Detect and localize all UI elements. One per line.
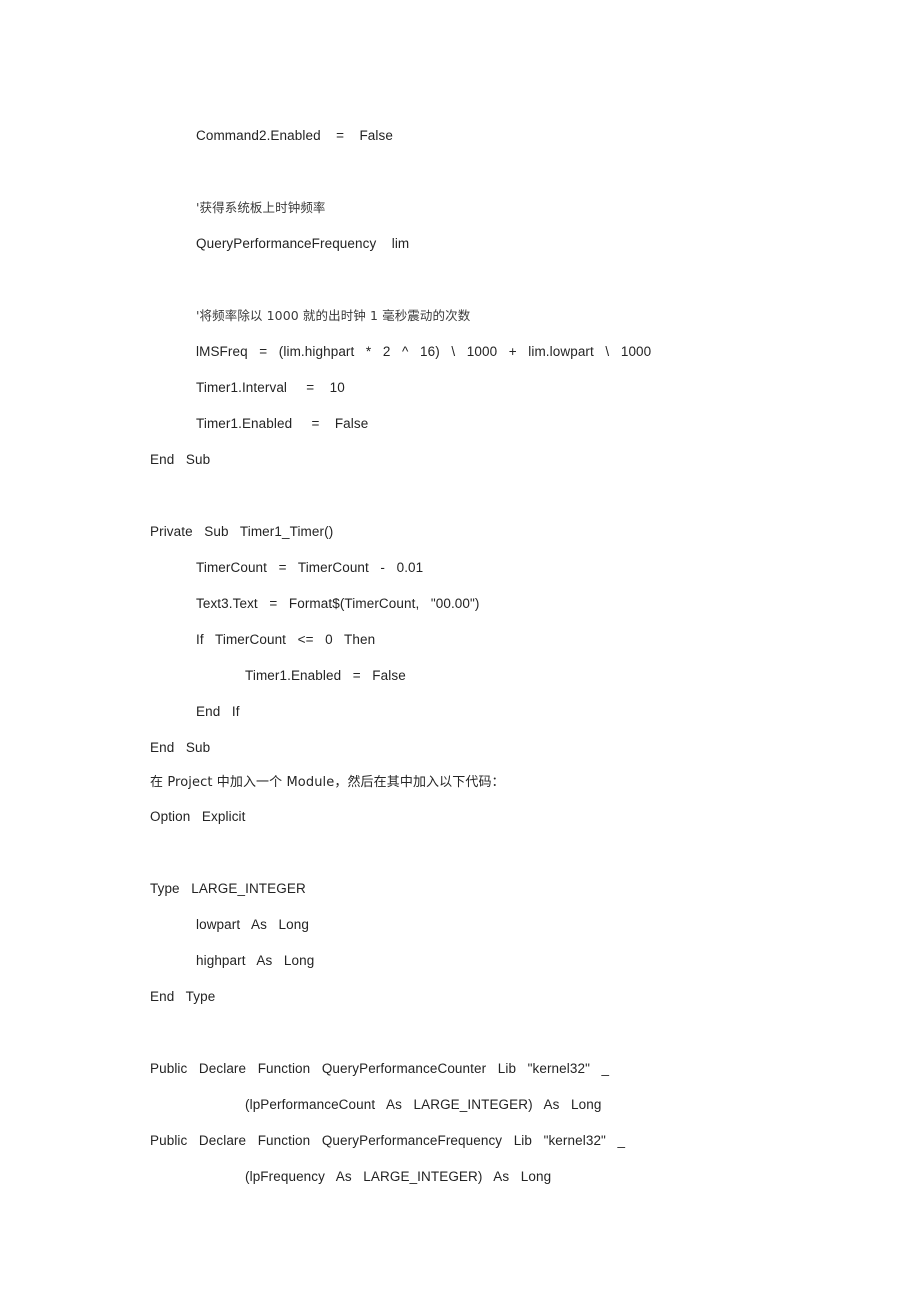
code-line: (lpFrequency As LARGE_INTEGER) As Long xyxy=(245,1169,552,1184)
code-line: TimerCount = TimerCount - 0.01 xyxy=(196,560,424,575)
code-line: Public Declare Function QueryPerformance… xyxy=(150,1061,610,1076)
code-line: End Sub xyxy=(150,740,211,755)
code-line: Type LARGE_INTEGER xyxy=(150,881,306,896)
code-line: Timer1.Enabled = False xyxy=(245,668,406,683)
document-page: Command2.Enabled = False '获得系统板上时钟频率 Query… xyxy=(0,0,920,1302)
code-line: End If xyxy=(196,704,240,719)
code-line: If TimerCount <= 0 Then xyxy=(196,632,376,647)
code-line: '将频率除以 1000 就的出时钟 1 毫秒震动的次数 xyxy=(196,308,471,323)
code-line: Timer1.Enabled = False xyxy=(196,416,369,431)
code-line: End Sub xyxy=(150,452,211,467)
code-line: '获得系统板上时钟频率 xyxy=(196,200,326,215)
code-line: QueryPerformanceFrequency lim xyxy=(196,236,410,251)
code-line: (lpPerformanceCount As LARGE_INTEGER) As… xyxy=(245,1097,602,1112)
code-listing: Command2.Enabled = False '获得系统板上时钟频率 Query… xyxy=(0,118,920,1195)
code-line: Public Declare Function QueryPerformance… xyxy=(150,1133,626,1148)
code-line: lMSFreq = (lim.highpart * 2 ^ 16) \ 1000… xyxy=(196,344,652,359)
code-line: Option Explicit xyxy=(150,809,246,824)
code-line: highpart As Long xyxy=(196,953,315,968)
code-line: Timer1.Interval = 10 xyxy=(196,380,345,395)
code-line: Private Sub Timer1_Timer() xyxy=(150,524,334,539)
code-line: 在 Project 中加入一个 Module，然后在其中加入以下代码： xyxy=(150,775,505,790)
code-line: End Type xyxy=(150,989,216,1004)
code-line: lowpart As Long xyxy=(196,917,309,932)
code-line: Command2.Enabled = False xyxy=(196,128,393,143)
code-line: Text3.Text = Format$(TimerCount, "00.00"… xyxy=(196,596,480,611)
